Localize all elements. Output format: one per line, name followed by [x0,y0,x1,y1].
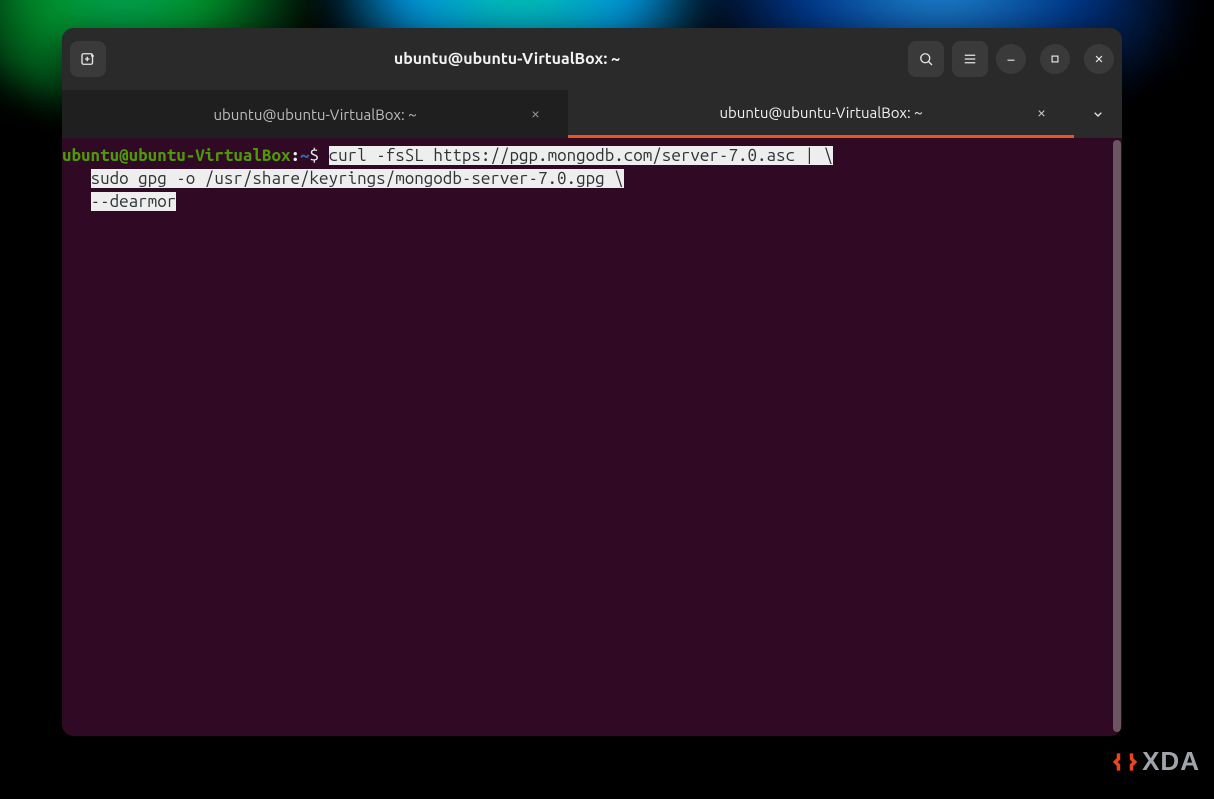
chevron-down-icon [1090,106,1106,122]
window-controls [996,44,1114,74]
search-button[interactable] [908,41,944,77]
command-line-2: sudo gpg -o /usr/share/keyrings/mongodb-… [91,169,624,188]
minimize-icon [1004,52,1018,66]
terminal-window: ubuntu@ubuntu-VirtualBox: ~ ubuntu@ub [62,28,1122,736]
prompt-symbol: $ [310,146,320,165]
watermark-text: XDA [1142,746,1200,777]
xda-watermark: XDA [1112,746,1200,777]
prompt-path: ~ [300,146,310,165]
titlebar: ubuntu@ubuntu-VirtualBox: ~ [62,28,1122,90]
tab-label: ubuntu@ubuntu-VirtualBox: ~ [213,106,416,123]
scrollbar-thumb[interactable] [1113,140,1121,732]
maximize-button[interactable] [1040,44,1070,74]
maximize-icon [1048,52,1062,66]
tab-close-button[interactable]: × [1037,105,1046,121]
close-button[interactable] [1084,44,1114,74]
indent [62,192,91,211]
terminal-output[interactable]: ubuntu@ubuntu-VirtualBox:~$ curl -fsSL h… [62,138,1112,736]
hamburger-icon [961,50,979,68]
indent [62,169,91,188]
minimize-button[interactable] [996,44,1026,74]
window-title: ubuntu@ubuntu-VirtualBox: ~ [114,50,900,68]
space [319,146,329,165]
hamburger-menu-button[interactable] [952,41,988,77]
prompt-colon: : [290,146,300,165]
tab-label: ubuntu@ubuntu-VirtualBox: ~ [719,104,922,121]
tabs-menu-button[interactable] [1074,90,1122,138]
tab-bar: ubuntu@ubuntu-VirtualBox: ~ × ubuntu@ubu… [62,90,1122,138]
tab-1[interactable]: ubuntu@ubuntu-VirtualBox: ~ × [62,90,568,138]
new-tab-button[interactable] [70,41,106,77]
xda-logo-icon [1112,749,1138,775]
search-icon [917,50,935,68]
command-line-3: --dearmor [91,192,177,211]
scrollbar[interactable] [1112,138,1122,736]
close-icon [1092,52,1106,66]
new-tab-icon [79,50,97,68]
command-line-1: curl -fsSL https://pgp.mongodb.com/serve… [329,146,834,165]
terminal-area: ubuntu@ubuntu-VirtualBox:~$ curl -fsSL h… [62,138,1122,736]
tab-2[interactable]: ubuntu@ubuntu-VirtualBox: ~ × [568,90,1074,138]
prompt-user-host: ubuntu@ubuntu-VirtualBox [62,146,290,165]
tab-close-button[interactable]: × [531,106,540,122]
